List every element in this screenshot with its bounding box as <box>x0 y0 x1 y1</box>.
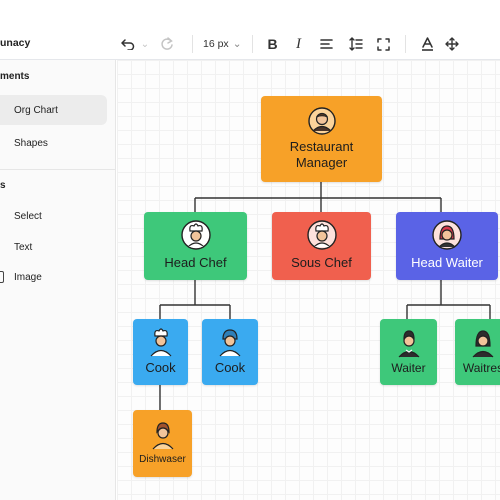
sidebar-item-label: Shapes <box>14 137 48 149</box>
sidebar-item-label: Text <box>14 241 33 253</box>
node-title: Waiter <box>391 361 426 375</box>
sidebar-item-label: Select <box>14 210 42 222</box>
toolbar-divider <box>404 35 406 53</box>
move-button[interactable] <box>440 33 464 55</box>
sidebar-item-shapes[interactable]: Shapes <box>0 128 107 158</box>
bold-button[interactable]: B <box>261 33 285 55</box>
sidebar-item-label: Image <box>14 271 42 283</box>
cook-avatar-icon <box>219 329 241 357</box>
node-title: Head Chef <box>164 255 227 271</box>
toolbar-divider <box>251 35 253 53</box>
node-title: Dishwaser <box>139 454 186 466</box>
node-head-waiter[interactable]: Head Waiter <box>396 212 498 280</box>
cook-avatar-icon <box>150 328 171 357</box>
node-title: Cook <box>214 360 246 376</box>
canvas[interactable]: Restaurant Manager Head Chef Sous Chef H… <box>117 60 500 500</box>
toolbar: ⌄ 16 px ⌄ B I <box>118 28 464 60</box>
sidebar-item-image[interactable]: Image <box>0 262 107 292</box>
undo-button[interactable] <box>118 33 138 55</box>
undo-menu-chevron[interactable]: ⌄ <box>138 33 152 55</box>
node-sous-chef[interactable]: Sous Chef <box>272 212 371 280</box>
redo-icon <box>161 37 173 50</box>
node-cook[interactable]: Cook <box>202 319 258 385</box>
line-spacing-button[interactable] <box>341 33 371 55</box>
sidebar-item-org-chart[interactable]: Org Chart <box>0 95 107 125</box>
waiter-avatar-icon <box>432 220 462 251</box>
resize-button[interactable] <box>371 33 397 55</box>
sidebar-section-elements: ments <box>0 71 30 82</box>
waiter-avatar-icon <box>398 330 419 358</box>
node-title: Sous Chef <box>291 255 352 271</box>
manager-avatar-icon <box>307 107 336 135</box>
font-size-select[interactable]: 16 px ⌄ <box>203 33 242 55</box>
node-title-line: Manager <box>295 155 348 170</box>
image-icon <box>0 271 4 283</box>
chevron-down-icon: ⌄ <box>232 38 242 50</box>
app-title: unacy <box>0 37 31 49</box>
toolbar-divider <box>192 35 193 53</box>
node-waitress[interactable]: Waitres <box>455 319 500 385</box>
align-left-button[interactable] <box>313 33 341 55</box>
resize-icon <box>377 37 390 51</box>
node-head-chef[interactable]: Head Chef <box>144 212 247 280</box>
undo-icon <box>121 39 135 50</box>
sidebar-divider <box>0 169 116 170</box>
text-color-button[interactable] <box>416 33 440 55</box>
redo-button[interactable] <box>152 33 182 55</box>
chef-avatar-icon <box>180 220 211 251</box>
node-title: Waitres <box>462 361 500 375</box>
node-cook[interactable]: Cook <box>133 319 188 385</box>
line-spacing-icon <box>348 37 363 51</box>
sidebar-item-label: Org Chart <box>14 104 58 116</box>
sidebar-section-tools: s <box>0 180 6 191</box>
node-title-line: Restaurant <box>289 138 354 154</box>
text-color-icon <box>422 37 433 51</box>
sidebar-item-select[interactable]: Select <box>0 201 107 231</box>
chef-avatar-icon <box>306 220 337 251</box>
node-waiter[interactable]: Waiter <box>380 319 437 385</box>
top-bar: unacy ⌄ 16 px ⌄ B I <box>0 0 500 60</box>
node-restaurant-manager[interactable]: Restaurant Manager <box>261 96 382 182</box>
move-icon <box>444 37 459 51</box>
node-dishwasher[interactable]: Dishwaser <box>133 410 192 477</box>
dishwasher-avatar-icon <box>152 422 173 450</box>
italic-button[interactable]: I <box>285 33 313 55</box>
waitress-avatar-icon <box>472 330 494 358</box>
align-left-icon <box>320 39 333 49</box>
node-title: Head Waiter <box>411 255 483 271</box>
sidebar: ments Org Chart Shapes s Select Text Ima… <box>0 60 116 500</box>
sidebar-item-text[interactable]: Text <box>0 232 107 262</box>
node-title: Cook <box>145 360 176 376</box>
font-size-value: 16 px <box>203 38 229 50</box>
